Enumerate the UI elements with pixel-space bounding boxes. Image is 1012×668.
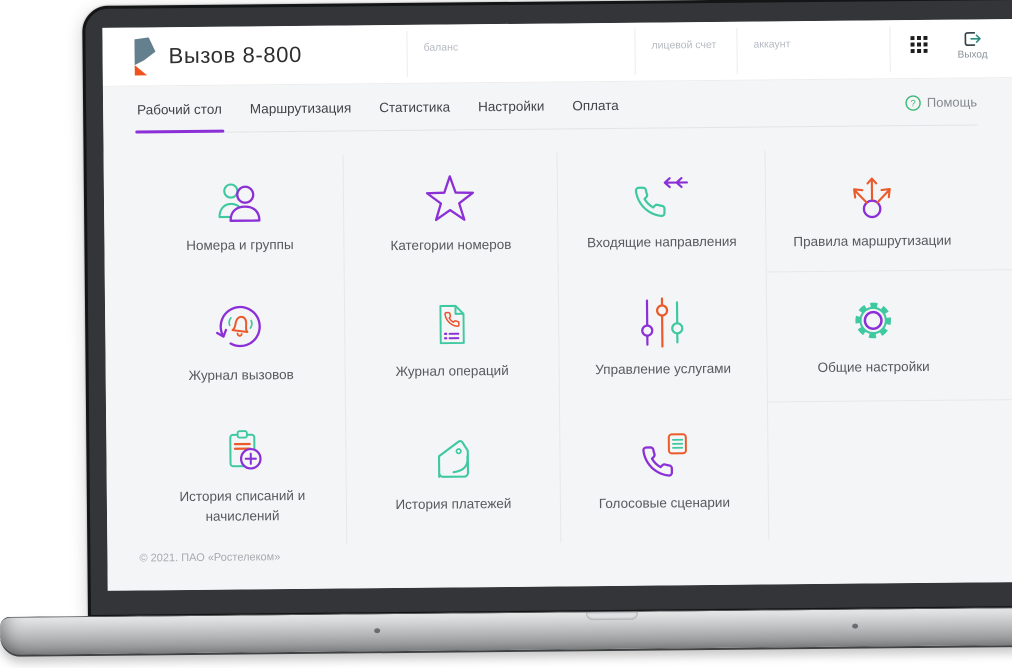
laptop-screen-bezel: Вызов 8-800 баланс лицевой счет аккаунт	[82, 0, 1012, 618]
screen-content: Вызов 8-800 баланс лицевой счет аккаунт	[102, 18, 1012, 591]
tile-label: Номера и группы	[186, 236, 294, 253]
tile-label: Управление услугами	[595, 361, 732, 378]
app-header: Вызов 8-800 баланс лицевой счет аккаунт	[102, 18, 1012, 87]
tab-routing[interactable]: Маршрутизация	[248, 84, 354, 131]
app-title: Вызов 8-800	[168, 41, 302, 69]
incoming-phone-icon	[634, 177, 688, 218]
apps-grid-icon	[910, 35, 928, 54]
tile-incoming-directions[interactable]: Входящие направления	[557, 150, 767, 275]
tab-desktop[interactable]: Рабочий стол	[135, 86, 224, 133]
tile-label: Журнал вызовов	[188, 367, 294, 384]
tile-payments-history[interactable]: История платежей	[345, 404, 562, 545]
help-link[interactable]: ? Помощь	[905, 93, 977, 111]
laptop-mockup: Вызов 8-800 баланс лицевой счет аккаунт	[0, 0, 1012, 668]
brand: Вызов 8-800	[102, 35, 406, 76]
people-icon	[217, 183, 261, 222]
tile-routing-rules[interactable]: Правила маршрутизации	[765, 147, 1012, 273]
clipboard-plus-icon	[228, 430, 262, 470]
account-label: аккаунт	[753, 38, 791, 51]
tile-general-settings[interactable]: Общие настройки	[766, 269, 1012, 403]
operations-log-icon	[439, 305, 466, 345]
tile-label: Входящие направления	[587, 233, 737, 251]
tile-charges-history[interactable]: История списаний и начислений	[137, 406, 348, 547]
tile-label: Категории номеров	[390, 237, 512, 254]
tile-label: Правила маршрутизации	[793, 232, 952, 249]
empty-grid-cell	[768, 399, 1012, 540]
tile-numbers-groups[interactable]: Номера и группы	[135, 154, 345, 279]
app-logo-icon	[134, 37, 156, 76]
sliders-icon	[641, 297, 684, 348]
tile-number-categories[interactable]: Категории номеров	[343, 152, 559, 277]
tile-label: Голосовые сценарии	[598, 495, 731, 512]
voice-script-icon	[641, 433, 687, 477]
main-area: Рабочий стол Маршрутизация Статистика На…	[102, 77, 1012, 591]
header-actions: Выход	[889, 24, 1012, 73]
apps-grid-button[interactable]	[910, 35, 928, 72]
balance-section: баланс	[406, 28, 635, 77]
balance-label: баланс	[423, 41, 459, 54]
tab-payment[interactable]: Оплата	[570, 82, 621, 128]
laptop-base-dot	[374, 628, 381, 634]
logout-button[interactable]: Выход	[957, 30, 988, 71]
tile-call-log[interactable]: Журнал вызовов	[136, 276, 346, 409]
logout-icon	[964, 32, 981, 46]
personal-account-section: лицевой счет	[634, 27, 737, 75]
tile-label: Общие настройки	[817, 358, 930, 375]
tile-service-management[interactable]: Управление услугами	[558, 272, 768, 405]
tile-label: История списаний и начислений	[179, 488, 306, 524]
account-section: аккаунт	[736, 26, 890, 74]
personal-account-label: лицевой счет	[651, 38, 717, 52]
star-icon	[426, 175, 475, 222]
call-log-icon	[216, 306, 262, 348]
laptop-base-dot	[852, 623, 859, 629]
nav-tabs: Рабочий стол Маршрутизация Статистика На…	[135, 82, 621, 133]
logout-label: Выход	[957, 49, 988, 61]
tile-label: История платежей	[395, 496, 512, 513]
wallet-icon	[438, 440, 470, 479]
tab-statistics[interactable]: Статистика	[377, 83, 452, 130]
routing-arrows-icon	[853, 177, 891, 218]
nav-bar: Рабочий стол Маршрутизация Статистика На…	[134, 78, 978, 134]
help-icon: ?	[905, 94, 921, 111]
copyright-text: © 2021. ПАО «Ростелеком»	[139, 551, 281, 565]
laptop-latch-notch	[585, 611, 639, 621]
tile-operations-log[interactable]: Журнал операций	[344, 274, 560, 407]
svg-text:?: ?	[910, 98, 915, 109]
help-label: Помощь	[926, 94, 978, 110]
dashboard-grid: Номера и группы Категории номеров Входящ…	[135, 147, 1012, 547]
tab-settings[interactable]: Настройки	[476, 83, 547, 130]
gear-icon	[855, 302, 891, 338]
tile-label: Журнал операций	[395, 363, 509, 380]
tile-voice-scenarios[interactable]: Голосовые сценарии	[559, 402, 770, 543]
